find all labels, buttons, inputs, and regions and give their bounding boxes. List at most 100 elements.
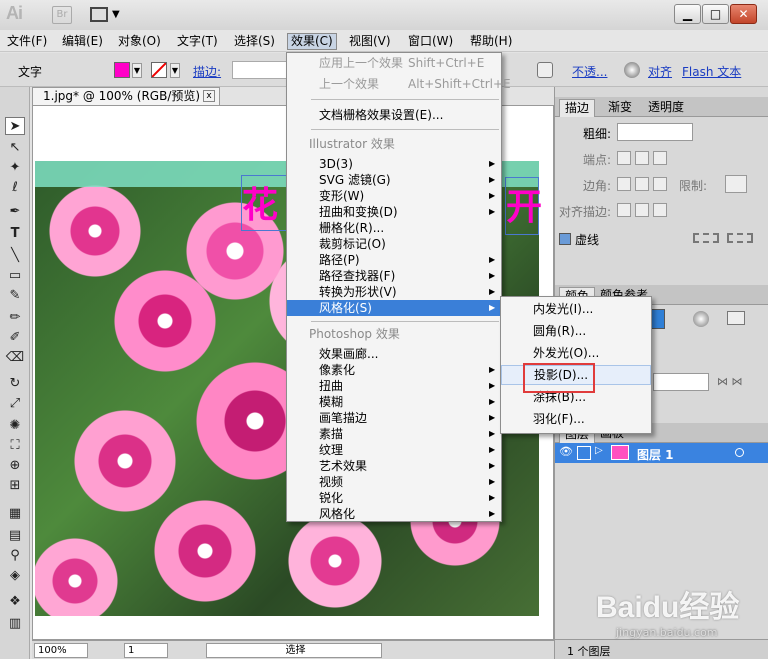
rectangle-tool-icon[interactable]: ▭ bbox=[5, 267, 25, 285]
menu-item-artistic[interactable]: 艺术效果 ▶ bbox=[287, 458, 501, 474]
pencil-tool-icon[interactable]: ✏ bbox=[5, 309, 25, 327]
menu-item-stylize[interactable]: 风格化(S) ▶ bbox=[287, 300, 501, 316]
color-wheel-icon[interactable] bbox=[693, 311, 709, 327]
layer-name[interactable]: 图层 1 bbox=[637, 446, 674, 463]
menu-window[interactable]: 窗口(W) bbox=[405, 33, 456, 50]
type-tool-icon[interactable]: T bbox=[5, 225, 25, 243]
lasso-tool-icon[interactable]: ℓ bbox=[5, 179, 25, 197]
limit-input[interactable] bbox=[725, 175, 747, 193]
dash-pattern-icon[interactable] bbox=[693, 233, 719, 243]
square-cap-icon[interactable] bbox=[653, 151, 667, 165]
pen-tool-icon[interactable]: ✒ bbox=[5, 203, 25, 221]
perspective-grid-tool-icon[interactable]: ⊞ bbox=[5, 477, 25, 495]
mesh-tool-icon[interactable]: ▦ bbox=[5, 505, 25, 523]
maximize-button[interactable]: □ bbox=[702, 4, 729, 24]
bridge-button[interactable]: Br bbox=[52, 6, 72, 24]
menu-item-sharpen[interactable]: 锐化 ▶ bbox=[287, 490, 501, 506]
submenu-item-feather[interactable]: 羽化(F)... bbox=[501, 409, 651, 429]
menu-item-video[interactable]: 视频 ▶ bbox=[287, 474, 501, 490]
stroke-weight-input[interactable] bbox=[232, 61, 288, 79]
menu-view[interactable]: 视图(V) bbox=[346, 33, 394, 50]
menu-object[interactable]: 对象(O) bbox=[115, 33, 164, 50]
new-swatch-icon[interactable] bbox=[727, 311, 745, 325]
menu-item-effect-gallery[interactable]: 效果画廊... bbox=[287, 346, 501, 362]
warp-tool-icon[interactable]: ✺ bbox=[5, 417, 25, 435]
menu-effect[interactable]: 效果(C) bbox=[287, 33, 337, 50]
round-join-icon[interactable] bbox=[635, 177, 649, 191]
menu-item-crop-marks[interactable]: 裁剪标记(O) bbox=[287, 236, 501, 252]
flash-text-link[interactable]: Flash 文本 bbox=[682, 63, 741, 80]
weight-input[interactable] bbox=[617, 123, 693, 141]
artboard-field[interactable]: 1 bbox=[124, 643, 168, 658]
menu-item-texture[interactable]: 纹理 ▶ bbox=[287, 442, 501, 458]
recolor-icon[interactable] bbox=[624, 62, 640, 78]
opacity-link[interactable]: 不透... bbox=[572, 63, 607, 80]
menu-item-distort-transform[interactable]: 扭曲和变换(D) ▶ bbox=[287, 204, 501, 220]
menu-item-last-effect[interactable]: 上一个效果 Alt+Shift+Ctrl+E bbox=[287, 76, 511, 92]
menu-item-distort[interactable]: 扭曲 ▶ bbox=[287, 378, 501, 394]
line-tool-icon[interactable]: ╲ bbox=[5, 247, 25, 265]
minimize-button[interactable]: ▁ bbox=[674, 4, 701, 24]
menu-item-path[interactable]: 路径(P) ▶ bbox=[287, 252, 501, 268]
scale-tool-icon[interactable]: ⤢ bbox=[5, 395, 25, 413]
brush-icon[interactable] bbox=[537, 62, 553, 78]
tab-stroke[interactable]: 描边 bbox=[559, 99, 596, 117]
butt-cap-icon[interactable] bbox=[617, 151, 631, 165]
menu-item-raster-settings[interactable]: 文档栅格效果设置(E)... bbox=[287, 107, 501, 123]
bevel-join-icon[interactable] bbox=[653, 177, 667, 191]
menu-select[interactable]: 选择(S) bbox=[231, 33, 278, 50]
magic-wand-tool-icon[interactable]: ✦ bbox=[5, 159, 25, 177]
dash-align-icon[interactable] bbox=[727, 233, 753, 243]
align-link[interactable]: 对齐 bbox=[648, 63, 672, 80]
menu-item-brush-strokes[interactable]: 画笔描边 ▶ bbox=[287, 410, 501, 426]
transparency-input[interactable] bbox=[653, 373, 709, 391]
menu-item-stylize-ps[interactable]: 风格化 ▶ bbox=[287, 506, 501, 522]
direct-selection-tool-icon[interactable]: ↖ bbox=[5, 139, 25, 157]
menu-item-blur[interactable]: 模糊 ▶ bbox=[287, 394, 501, 410]
selected-text-object[interactable]: 开 bbox=[505, 177, 542, 235]
align-inside-icon[interactable] bbox=[635, 203, 649, 217]
tool-status-field[interactable]: 选择 bbox=[206, 643, 382, 658]
menu-item-pixelate[interactable]: 像素化 ▶ bbox=[287, 362, 501, 378]
stroke-label[interactable]: 描边: bbox=[193, 63, 221, 80]
fill-dropdown[interactable]: ▼ bbox=[132, 63, 142, 78]
dashed-line-checkbox[interactable] bbox=[559, 233, 571, 245]
submenu-item-outer-glow[interactable]: 外发光(O)... bbox=[501, 343, 651, 363]
gradient-tool-icon[interactable]: ▤ bbox=[5, 527, 25, 545]
stroke-dropdown[interactable]: ▼ bbox=[170, 63, 180, 78]
round-cap-icon[interactable] bbox=[635, 151, 649, 165]
menu-item-sketch[interactable]: 素描 ▶ bbox=[287, 426, 501, 442]
menu-item-rasterize[interactable]: 栅格化(R)... bbox=[287, 220, 501, 236]
selection-tool-icon[interactable]: ➤ bbox=[5, 117, 25, 135]
tab-gradient[interactable]: 渐变 bbox=[603, 99, 637, 117]
menu-file[interactable]: 文件(F) bbox=[4, 33, 50, 50]
tab-transparency[interactable]: 透明度 bbox=[643, 99, 689, 117]
menu-item-warp[interactable]: 变形(W) ▶ bbox=[287, 188, 501, 204]
align-outside-icon[interactable] bbox=[653, 203, 667, 217]
document-tab[interactable]: 1.jpg* @ 100% (RGB/预览) x bbox=[32, 87, 220, 105]
menu-item-convert-to-shape[interactable]: 转换为形状(V) ▶ bbox=[287, 284, 501, 300]
transparency-swap-icon[interactable]: ⋈ ⋈ bbox=[717, 375, 743, 388]
menu-item-3d[interactable]: 3D(3) ▶ bbox=[287, 156, 501, 172]
menu-item-svg-filters[interactable]: SVG 滤镜(G) ▶ bbox=[287, 172, 501, 188]
menu-help[interactable]: 帮助(H) bbox=[467, 33, 515, 50]
menu-item-apply-last-effect[interactable]: 应用上一个效果 Shift+Ctrl+E bbox=[287, 55, 501, 71]
layer-row[interactable]: 👁 ▷ 图层 1 bbox=[555, 443, 768, 463]
expand-triangle-icon[interactable]: ▷ bbox=[595, 445, 603, 456]
rotate-tool-icon[interactable]: ↻ bbox=[5, 375, 25, 393]
miter-join-icon[interactable] bbox=[617, 177, 631, 191]
arrange-documents-button[interactable]: ▼ bbox=[90, 6, 122, 24]
paintbrush-tool-icon[interactable]: ✎ bbox=[5, 287, 25, 305]
submenu-item-round-corners[interactable]: 圆角(R)... bbox=[501, 321, 651, 341]
align-center-icon[interactable] bbox=[617, 203, 631, 217]
eyedropper-tool-icon[interactable]: ⚲ bbox=[5, 547, 25, 565]
eraser-tool-icon[interactable]: ⌫ bbox=[5, 349, 25, 367]
lock-toggle[interactable] bbox=[577, 446, 591, 460]
shape-builder-tool-icon[interactable]: ⊕ bbox=[5, 457, 25, 475]
target-icon[interactable] bbox=[735, 448, 744, 457]
eye-icon[interactable]: 👁 bbox=[559, 445, 573, 458]
blob-brush-tool-icon[interactable]: ✐ bbox=[5, 329, 25, 347]
close-icon[interactable]: x bbox=[203, 90, 215, 102]
stroke-swatch[interactable] bbox=[151, 62, 167, 78]
blend-tool-icon[interactable]: ◈ bbox=[5, 567, 25, 585]
